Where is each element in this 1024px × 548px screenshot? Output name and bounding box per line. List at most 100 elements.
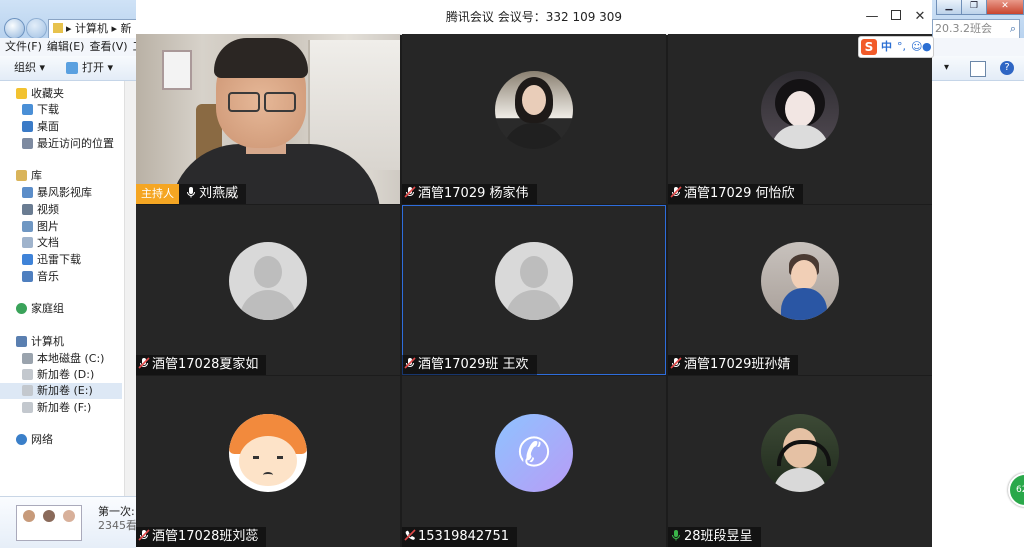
participant-tile[interactable]: 28班段昱呈 [668, 376, 932, 547]
help-icon[interactable]: ? [1000, 61, 1014, 75]
participant-avatar [761, 242, 839, 320]
microphone-icon [185, 185, 197, 198]
participant-tile[interactable]: 酒管17029 杨家伟 [402, 34, 666, 204]
sidebar-item-network[interactable]: 网络 [16, 432, 53, 448]
close-button[interactable]: ✕ [986, 0, 1024, 15]
videos-icon [22, 204, 33, 215]
network-icon [16, 434, 27, 445]
meeting-titlebar: 腾讯会议 会议号：332 109 309 — ✕ [136, 0, 932, 35]
navigation-pane: 收藏夹 下载 桌面 最近访问的位置 库 暴风影视库 视频 图片 文档 迅雷下载 … [0, 81, 124, 496]
participant-video-grid: 主持人 刘燕威 酒管17029 杨家伟 酒管17029 何怡欣 酒管17028夏… [136, 34, 932, 547]
sidebar-item-homegroup[interactable]: 家庭组 [16, 301, 64, 317]
sidebar-item-baofeng[interactable]: 暴风影视库 [22, 185, 92, 201]
participant-name: 酒管17029 何怡欣 [684, 186, 795, 201]
sidebar-item-computer[interactable]: 计算机 [16, 334, 64, 350]
sidebar-item-drive-d[interactable]: 新加卷 (D:) [22, 367, 94, 383]
restore-button[interactable]: ❐ [961, 0, 987, 15]
star-icon [16, 88, 27, 99]
sidebar-item-xunlei[interactable]: 迅雷下载 [22, 252, 81, 268]
phone-icon: ✆ [517, 429, 551, 476]
microphone-muted-icon [670, 185, 682, 198]
preview-pane-icon[interactable] [970, 61, 986, 77]
search-icon: ⌕ [1009, 22, 1016, 35]
details-file-name: 第一次: [98, 505, 135, 518]
voice-input-icon[interactable]: ● [922, 39, 932, 55]
participant-name: 酒管17029班 王欢 [418, 357, 529, 372]
open-icon [66, 62, 78, 74]
menu-view[interactable]: 查看(V) [89, 40, 127, 53]
sidebar-item-drive-c[interactable]: 本地磁盘 (C:) [22, 351, 104, 367]
participant-tile[interactable]: 主持人 刘燕威 [136, 34, 400, 204]
participant-name-label: 酒管17029班孙婧 [668, 355, 799, 375]
microphone-muted-icon [138, 528, 150, 541]
punctuation-icon[interactable]: °, [897, 39, 906, 55]
sidebar-item-downloads[interactable]: 下载 [22, 102, 59, 118]
sidebar-item-music[interactable]: 音乐 [22, 269, 59, 285]
open-button[interactable]: 打开 ▾ [82, 56, 113, 80]
maximize-icon [891, 10, 901, 20]
host-video-feed [136, 34, 400, 204]
participant-name-label: 酒管17029班 王欢 [402, 355, 537, 375]
details-file-sub: 2345看 [98, 519, 137, 532]
participant-tile[interactable]: 酒管17029 何怡欣 [668, 34, 932, 204]
microphone-muted-icon [404, 185, 416, 198]
participant-name: 酒管17028班刘蕊 [152, 529, 259, 544]
sidebar-item-drive-e[interactable]: 新加卷 (E:) [0, 383, 122, 399]
participant-tile[interactable]: 酒管17028班刘蕊 [136, 376, 400, 547]
desktop-icon [22, 121, 33, 132]
meeting-title: 腾讯会议 会议号：332 109 309 [445, 10, 623, 24]
ime-language-toggle[interactable]: 中 [881, 39, 892, 55]
participant-name: 28班段昱呈 [684, 529, 753, 544]
microphone-muted-icon [670, 356, 682, 369]
participant-tile[interactable]: ✆ 15319842751 [402, 376, 666, 547]
sidebar-item-documents[interactable]: 文档 [22, 235, 59, 251]
maximize-button[interactable] [888, 9, 904, 25]
phone-caller-avatar: ✆ [495, 413, 573, 492]
organize-button[interactable]: 组织 ▾ [14, 56, 45, 80]
microphone-active-icon [670, 528, 682, 541]
participant-tile[interactable]: 酒管17028夏家如 [136, 205, 400, 375]
sidebar-item-videos[interactable]: 视频 [22, 202, 59, 218]
sidebar-item-recent[interactable]: 最近访问的位置 [22, 136, 114, 152]
sidebar-item-libraries[interactable]: 库 [16, 168, 42, 184]
view-options-icon[interactable]: ▾ [944, 61, 958, 75]
minimize-button[interactable]: — [864, 9, 880, 25]
explorer-menubar: 文件(F)编辑(E)查看(V)工 [0, 38, 136, 56]
search-input[interactable]: 20.3.2班会 ⌕ [932, 19, 1020, 39]
explorer-toolbar: 组织 ▾ 打开 ▾ [0, 56, 136, 81]
explorer-toolbar-right: ▾ ? [932, 56, 1024, 81]
sidebar-item-favorites[interactable]: 收藏夹 [16, 86, 64, 102]
microphone-muted-icon [404, 356, 416, 369]
participant-name-label: 28班段昱呈 [668, 527, 761, 547]
ime-toolbar[interactable]: S 中 °, ☺ ● [858, 36, 934, 58]
participant-name-label: 酒管17028班刘蕊 [136, 527, 267, 547]
drive-icon [22, 402, 33, 413]
host-badge: 主持人 [136, 184, 179, 204]
floating-assistant-icon[interactable]: 62 [1008, 473, 1024, 507]
forward-arrow-icon[interactable] [26, 18, 47, 39]
participant-tile-active[interactable]: 酒管17029班 王欢 [402, 205, 666, 375]
explorer-menubar-right [932, 38, 1024, 56]
menu-file[interactable]: 文件(F) [5, 40, 42, 53]
address-bar[interactable]: ▸ 计算机 ▸ 新 [48, 19, 140, 39]
participant-avatar [761, 413, 839, 492]
address-crumb-computer[interactable]: 计算机 [75, 22, 108, 35]
emoji-icon[interactable]: ☺ [911, 39, 922, 55]
sidebar-item-pictures[interactable]: 图片 [22, 219, 59, 235]
sidebar-item-desktop[interactable]: 桌面 [22, 119, 59, 135]
download-folder-icon [22, 104, 33, 115]
sidebar-item-drive-f[interactable]: 新加卷 (F:) [22, 400, 91, 416]
participant-name-label: 酒管17029 杨家伟 [402, 184, 537, 204]
participant-tile[interactable]: 酒管17029班孙婧 [668, 205, 932, 375]
participant-name-label: 酒管17029 何怡欣 [668, 184, 803, 204]
minimize-button[interactable]: ▁ [936, 0, 962, 15]
close-button[interactable]: ✕ [912, 9, 928, 25]
back-arrow-icon[interactable] [4, 18, 25, 39]
address-crumb-drive[interactable]: 新 [121, 22, 132, 35]
tencent-meeting-window: 腾讯会议 会议号：332 109 309 — ✕ 主持人 刘燕威 酒管17029… [136, 0, 932, 547]
menu-edit[interactable]: 编辑(E) [47, 40, 85, 53]
xunlei-download-icon [22, 254, 33, 265]
recent-places-icon [22, 138, 33, 149]
participant-avatar [495, 71, 573, 149]
sogou-logo-icon: S [861, 39, 877, 55]
